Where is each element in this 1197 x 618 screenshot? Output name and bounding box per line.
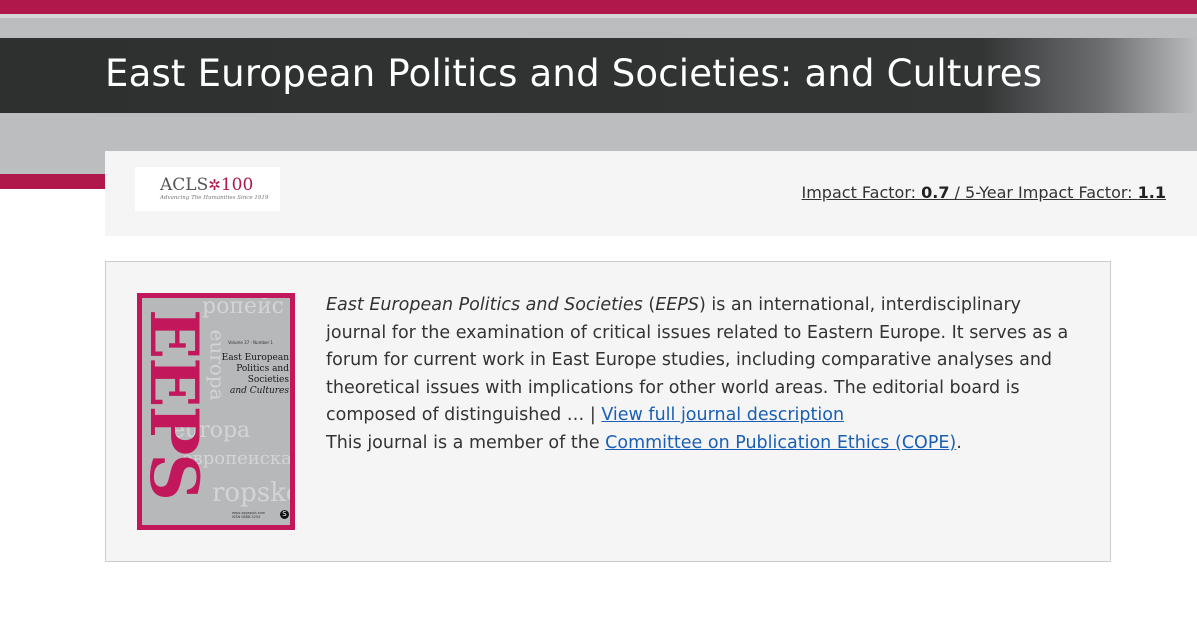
sage-logo-icon: S [280, 510, 289, 519]
impact-factor-label: Impact Factor: [801, 183, 917, 202]
cover-bg-word: ropske [212, 478, 290, 508]
view-full-description-link[interactable]: View full journal description [601, 405, 844, 425]
cope-link[interactable]: Committee on Publication Ethics (COPE) [605, 433, 956, 453]
cover-eeps-letters: EEPS [142, 309, 213, 499]
journal-name-italic: East European Politics and Societies [326, 295, 643, 315]
cover-title-line2: Politics and Societies [236, 364, 289, 385]
cover-title-line3: and Cultures [229, 386, 289, 396]
acls-name: ACLS [160, 175, 209, 195]
journal-description-text: East European Politics and Societies (EE… [326, 292, 1086, 457]
impact-factor-link[interactable]: Impact Factor: 0.7 / 5-Year Impact Facto… [802, 183, 1167, 202]
cover-inner: ропейс europa europa европеиска ropsk e E… [142, 298, 290, 525]
cover-title-line1: East European [221, 353, 289, 363]
acls-logo-text: ACLS✲100 [160, 175, 253, 195]
journal-cover-image[interactable]: ропейс europa europa европеиска ropsk e E… [137, 293, 295, 530]
journal-title: East European Politics and Societies: an… [105, 52, 1043, 95]
acls-logo[interactable]: ACLS✲100 Advancing The Humanities Since … [135, 167, 280, 211]
impact-separator: / [954, 183, 960, 202]
acls-number: 100 [220, 175, 254, 195]
acls-star-icon: ✲ [208, 176, 221, 194]
abbrev-open: ( [642, 295, 656, 315]
impact-factor-value: 0.7 [921, 183, 950, 202]
acls-tagline: Advancing The Humanities Since 1919 [160, 195, 269, 201]
cover-fine-print: eeps.sagepub.com ISSN 0888-3254 [232, 511, 266, 519]
header-left-accent [0, 174, 106, 189]
cope-suffix: . [956, 432, 962, 453]
cover-title: East European Politics and Societies and… [214, 353, 289, 397]
header-top-stripe [0, 0, 1197, 14]
journal-abbrev: EEPS [655, 295, 699, 315]
five-year-impact-label: 5-Year Impact Factor: [965, 183, 1133, 202]
cover-volume-line: Volume 37 · Number 1 [228, 340, 273, 345]
header-grey-highlight [0, 14, 1197, 18]
five-year-impact-value: 1.1 [1137, 183, 1166, 202]
cover-bg-word: ропейс [202, 298, 284, 319]
cope-prefix: This journal is a member of the [326, 432, 606, 453]
